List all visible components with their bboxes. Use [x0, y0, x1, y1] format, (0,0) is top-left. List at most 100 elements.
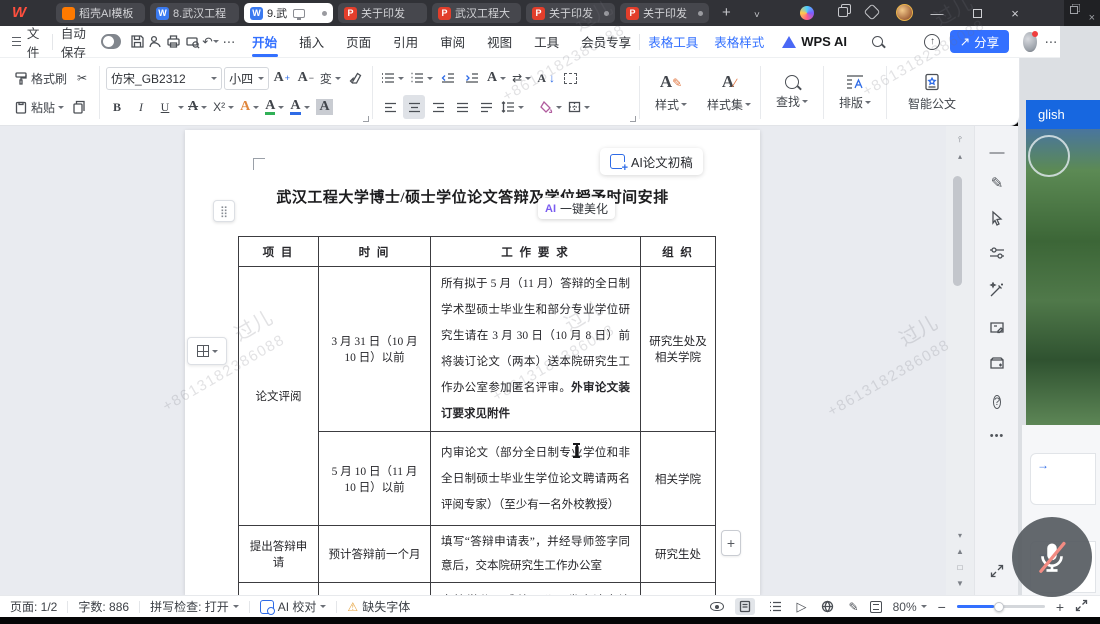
user-avatar[interactable]: [1023, 32, 1037, 52]
notes-pen-icon[interactable]: [975, 320, 1019, 339]
minimize-button[interactable]: —: [922, 0, 952, 26]
schedule-table[interactable]: 项 目 时 间 工 作 要 求 组 织 论文评阅 3 月 31 日（10 月 1…: [238, 236, 716, 595]
typeset-button[interactable]: 排版: [826, 62, 884, 123]
show-marks-icon[interactable]: [559, 66, 581, 90]
tab-home[interactable]: 开始: [252, 26, 277, 58]
print-preview-icon[interactable]: [184, 31, 200, 53]
scroll-down-icon[interactable]: ▾: [958, 527, 962, 543]
find-button[interactable]: 查找: [763, 62, 821, 123]
undo-icon[interactable]: ↶: [202, 31, 218, 53]
sort-icon[interactable]: A↓: [535, 66, 557, 90]
style-set-button[interactable]: A∕ 样式集: [700, 62, 758, 123]
increase-font-icon[interactable]: A+: [271, 66, 293, 90]
tab-insert[interactable]: 插入: [299, 26, 324, 58]
distribute-icon[interactable]: [475, 95, 497, 119]
tab-list-chevron[interactable]: ˅: [754, 5, 760, 27]
edit-pen-icon[interactable]: ✎: [849, 600, 859, 614]
borders-icon[interactable]: [566, 95, 592, 119]
new-tab-button[interactable]: +: [722, 2, 731, 24]
font-size-select[interactable]: 小四: [224, 67, 269, 90]
translate-bar[interactable]: glish: [1026, 100, 1100, 129]
table-add-button[interactable]: +: [721, 530, 741, 556]
autosave-toggle[interactable]: [101, 34, 121, 49]
tab-review[interactable]: 审阅: [440, 26, 465, 58]
sliders-icon[interactable]: [975, 246, 1019, 264]
scrollbar-thumb[interactable]: [953, 176, 962, 286]
close-icon[interactable]: ×: [1089, 12, 1095, 24]
cut-icon[interactable]: ✂: [71, 66, 93, 90]
paste-button[interactable]: 粘贴: [12, 95, 66, 119]
text-effects-icon[interactable]: A: [238, 95, 261, 119]
zoom-in-icon[interactable]: +: [1056, 599, 1064, 615]
upload-cloud-icon[interactable]: ↑: [924, 31, 940, 53]
italic-button[interactable]: I: [130, 95, 152, 119]
tab-doc-9-active[interactable]: W 9.武: [244, 3, 333, 23]
fullscreen-icon[interactable]: [1075, 599, 1088, 615]
superscript-button[interactable]: X²: [211, 95, 236, 119]
strikethrough-button[interactable]: A: [186, 95, 209, 119]
wps-ai-button[interactable]: WPS AI: [782, 34, 847, 49]
tab-pdf-1[interactable]: P 关于印发: [338, 3, 427, 23]
tab-table-style[interactable]: 表格样式: [714, 26, 764, 58]
underline-button[interactable]: U: [154, 95, 176, 119]
apps-box-icon[interactable]: [864, 4, 881, 21]
mute-microphone-overlay[interactable]: [1012, 517, 1092, 597]
magic-wand-icon[interactable]: [975, 282, 1019, 302]
share-button[interactable]: ↗分享: [950, 30, 1010, 53]
font-dialog-launcher[interactable]: [363, 116, 369, 122]
vertical-scrollbar[interactable]: ⫯ ▴ ▾ ▲ □ ▼: [946, 126, 974, 595]
tab-pdf-2[interactable]: P 武汉工程大: [432, 3, 521, 23]
highlight-color-icon[interactable]: A: [263, 95, 286, 119]
windows-stack-icon[interactable]: [838, 7, 848, 17]
text-tool-icon[interactable]: A: [485, 66, 508, 90]
decrease-indent-icon[interactable]: [437, 66, 459, 90]
styles-button[interactable]: A✎ 样式: [642, 62, 700, 123]
page-down-icon[interactable]: ▼: [956, 575, 964, 591]
prev-page-icon[interactable]: ⫯: [958, 132, 961, 148]
more-menu-icon[interactable]: ⋯: [1043, 31, 1059, 53]
search-icon[interactable]: [869, 31, 885, 53]
page-indicator[interactable]: 页面: 1/2: [10, 598, 57, 615]
shading-icon[interactable]: [538, 95, 564, 119]
play-icon[interactable]: ▷: [797, 599, 807, 615]
document-page[interactable]: 武汉工程大学博士/硕士学位论文答辩及学位授予时间安排 ⣿ 项 目 时 间 工 作…: [185, 130, 760, 595]
missing-font-warning[interactable]: ⚠缺失字体: [347, 598, 410, 615]
page-view-icon[interactable]: [735, 598, 755, 615]
bold-button[interactable]: B: [106, 95, 128, 119]
export-icon[interactable]: [147, 31, 163, 53]
zoom-slider-knob[interactable]: [994, 602, 1004, 612]
more-quick-icon[interactable]: ⋯: [221, 31, 237, 53]
scroll-up-icon[interactable]: ▴: [958, 148, 962, 164]
document-canvas[interactable]: 武汉工程大学博士/硕士学位论文答辩及学位授予时间安排 ⣿ 项 目 时 间 工 作…: [0, 126, 946, 595]
phonetic-guide-icon[interactable]: 変: [319, 66, 342, 90]
save-icon[interactable]: [129, 31, 145, 53]
word-count[interactable]: 字数: 886: [78, 598, 129, 615]
tab-table-tools[interactable]: 表格工具: [648, 26, 698, 58]
align-left-icon[interactable]: [379, 95, 401, 119]
beautify-button[interactable]: AI 一键美化: [538, 198, 615, 219]
decrease-font-icon[interactable]: A−: [295, 66, 317, 90]
clear-format-icon[interactable]: [344, 66, 366, 90]
collapse-icon[interactable]: —: [975, 144, 1019, 161]
increase-indent-icon[interactable]: [461, 66, 483, 90]
tab-pdf-4[interactable]: P 关于印发: [620, 3, 709, 23]
web-layout-icon[interactable]: [818, 598, 838, 615]
zoom-level[interactable]: 80%: [893, 600, 927, 614]
card-settings-icon[interactable]: [975, 356, 1019, 375]
outline-view-icon[interactable]: [766, 598, 786, 615]
restore-icon[interactable]: [1070, 6, 1078, 14]
link-card[interactable]: →: [1030, 453, 1096, 505]
align-center-icon[interactable]: [403, 95, 425, 119]
eye-protect-icon[interactable]: [710, 602, 724, 611]
pen-icon[interactable]: ✎: [975, 174, 1019, 192]
wps-logo[interactable]: W: [12, 4, 26, 21]
font-color-icon[interactable]: A: [288, 95, 311, 119]
help-icon[interactable]: ?: [975, 392, 1019, 409]
char-shading-icon[interactable]: A: [314, 95, 336, 119]
drag-handle[interactable]: ⣿: [213, 200, 235, 222]
align-right-icon[interactable]: [427, 95, 449, 119]
tab-page[interactable]: 页面: [346, 26, 371, 58]
tab-reference[interactable]: 引用: [393, 26, 418, 58]
ai-proofread[interactable]: AI 校对: [260, 598, 327, 615]
copy-icon[interactable]: [68, 95, 90, 119]
